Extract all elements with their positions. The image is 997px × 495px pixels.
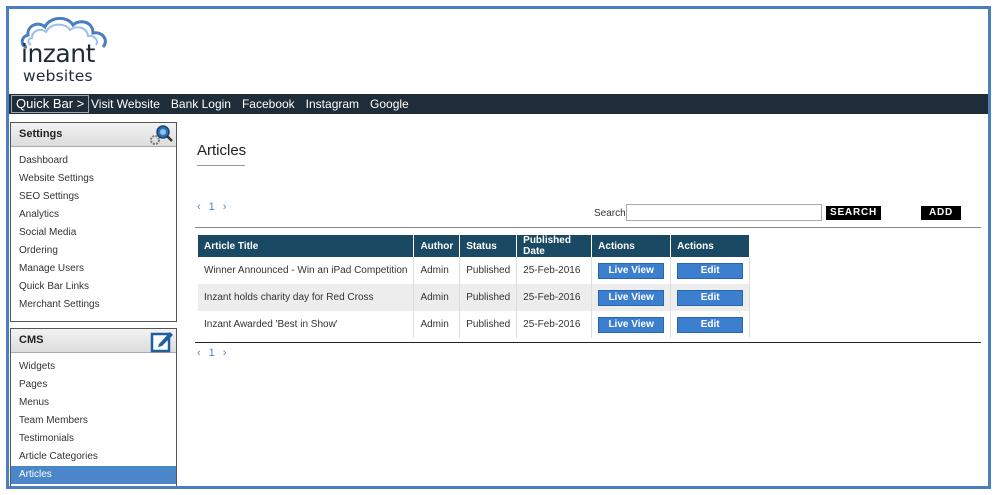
settings-menu: Dashboard Website Settings SEO Settings …: [11, 147, 176, 314]
articles-table: Article Title Author Status Published Da…: [198, 235, 751, 338]
sidebar-item-ordering[interactable]: Ordering: [11, 242, 176, 260]
table-row: Inzant holds charity day for Red Cross A…: [198, 284, 751, 311]
article-date: 25-Feb-2016: [516, 284, 593, 311]
sidebar-item-menus[interactable]: Menus: [11, 394, 176, 412]
quick-bar-label[interactable]: Quick Bar >: [11, 95, 90, 113]
sidebar-item-article-categories[interactable]: Article Categories: [11, 448, 176, 466]
logo-brand: inzant: [21, 39, 95, 68]
next-page-button[interactable]: ›: [223, 347, 227, 359]
table-header-row: Article Title Author Status Published Da…: [198, 235, 751, 257]
sidebar-item-website-settings[interactable]: Website Settings: [11, 170, 176, 188]
sidebar-item-analytics[interactable]: Analytics: [11, 206, 176, 224]
article-title: Inzant Awarded 'Best in Show': [198, 311, 415, 338]
header: inzant websites: [9, 9, 988, 91]
prev-page-button[interactable]: ‹: [197, 347, 201, 359]
add-button[interactable]: ADD: [921, 206, 961, 220]
article-status: Published: [459, 284, 518, 311]
cms-panel: CMS Widgets Pages Menus Team Members Tes…: [10, 328, 177, 486]
page-number-1[interactable]: 1: [209, 201, 215, 213]
gear-search-icon: [148, 123, 174, 150]
sidebar-item-articles[interactable]: Articles: [11, 466, 176, 484]
edit-cell: Edit: [670, 257, 751, 284]
edit-button[interactable]: Edit: [677, 289, 744, 306]
main-content: Articles ‹ 1 › Search SEARCH ADD Article…: [195, 122, 985, 482]
article-title: Inzant holds charity day for Red Cross: [198, 284, 415, 311]
column-header-title[interactable]: Article Title: [198, 235, 415, 257]
sidebar-item-testimonials[interactable]: Testimonials: [11, 430, 176, 448]
sidebar-item-pages[interactable]: Pages: [11, 376, 176, 394]
pagination-bottom: ‹ 1 ›: [197, 347, 226, 359]
divider: [195, 227, 981, 228]
logo-subtitle: websites: [23, 67, 93, 85]
article-author: Admin: [413, 257, 461, 284]
quick-link-google[interactable]: Google: [370, 94, 409, 114]
column-header-actions: Actions: [670, 235, 751, 257]
next-page-button[interactable]: ›: [223, 201, 227, 213]
sidebar-item-quick-bar-links[interactable]: Quick Bar Links: [11, 278, 176, 296]
article-date: 25-Feb-2016: [516, 257, 593, 284]
quick-link-instagram[interactable]: Instagram: [306, 94, 359, 114]
edit-button[interactable]: Edit: [677, 316, 744, 333]
page-title: Articles: [197, 142, 246, 166]
settings-panel-title: Settings: [19, 128, 63, 140]
column-header-status[interactable]: Status: [459, 235, 518, 257]
divider: [195, 342, 981, 343]
column-header-published-date[interactable]: Published Date: [516, 235, 593, 257]
live-view-button[interactable]: Live View: [598, 316, 665, 333]
prev-page-button[interactable]: ‹: [197, 201, 201, 213]
sidebar-item-manage-users[interactable]: Manage Users: [11, 260, 176, 278]
article-title: Winner Announced - Win an iPad Competiti…: [198, 257, 415, 284]
live-view-button[interactable]: Live View: [598, 262, 665, 279]
article-author: Admin: [413, 311, 461, 338]
table-row: Inzant Awarded 'Best in Show' Admin Publ…: [198, 311, 751, 338]
search-button[interactable]: SEARCH: [826, 206, 881, 220]
cms-menu: Widgets Pages Menus Team Members Testimo…: [11, 353, 176, 484]
sidebar-item-seo-settings[interactable]: SEO Settings: [11, 188, 176, 206]
table-row: Winner Announced - Win an iPad Competiti…: [198, 257, 751, 284]
column-header-author[interactable]: Author: [413, 235, 461, 257]
settings-panel-header: Settings: [11, 123, 176, 147]
quick-bar: Quick Bar > Visit Website Bank Login Fac…: [9, 94, 988, 114]
article-date: 25-Feb-2016: [516, 311, 593, 338]
edit-cell: Edit: [670, 284, 751, 311]
quick-link-facebook[interactable]: Facebook: [242, 94, 295, 114]
sidebar-item-dashboard[interactable]: Dashboard: [11, 152, 176, 170]
logo[interactable]: inzant websites: [19, 13, 119, 89]
sidebar-item-widgets[interactable]: Widgets: [11, 358, 176, 376]
settings-panel: Settings Dashboard Website Settings SEO …: [10, 122, 177, 322]
live-view-cell: Live View: [591, 311, 672, 338]
quick-link-visit-website[interactable]: Visit Website: [91, 94, 160, 114]
sidebar-item-social-media[interactable]: Social Media: [11, 224, 176, 242]
page-number-1[interactable]: 1: [209, 347, 215, 359]
article-author: Admin: [413, 284, 461, 311]
sidebar-item-merchant-settings[interactable]: Merchant Settings: [11, 296, 176, 314]
quick-link-bank-login[interactable]: Bank Login: [171, 94, 231, 114]
article-status: Published: [459, 257, 518, 284]
search-input[interactable]: [626, 204, 822, 221]
cms-panel-title: CMS: [19, 334, 44, 346]
live-view-cell: Live View: [591, 257, 672, 284]
app-frame: inzant websites Quick Bar > Visit Websit…: [6, 6, 991, 489]
cms-panel-header: CMS: [11, 329, 176, 353]
search-label: Search: [594, 208, 626, 219]
edit-icon: [150, 329, 174, 356]
quick-bar-links: Visit Website Bank Login Facebook Instag…: [91, 94, 409, 114]
edit-button[interactable]: Edit: [677, 262, 744, 279]
live-view-cell: Live View: [591, 284, 672, 311]
column-header-actions: Actions: [591, 235, 672, 257]
pagination-top: ‹ 1 ›: [197, 201, 226, 213]
sidebar-item-team-members[interactable]: Team Members: [11, 412, 176, 430]
article-status: Published: [459, 311, 518, 338]
edit-cell: Edit: [670, 311, 751, 338]
live-view-button[interactable]: Live View: [598, 289, 665, 306]
